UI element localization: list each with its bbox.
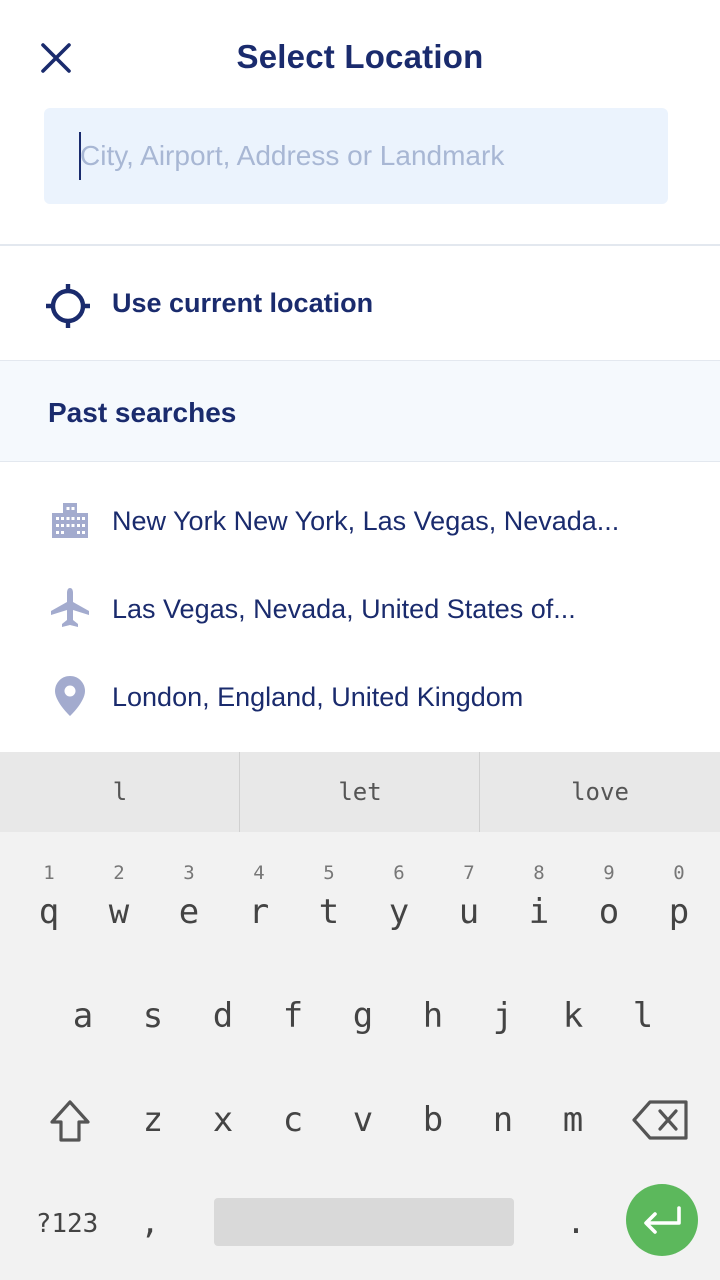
key-d[interactable]: d bbox=[188, 970, 258, 1070]
soft-keyboard: l let love 1q 2w 3e 4r 5t 6y 7u 8i 9o 0p… bbox=[0, 752, 720, 1280]
key-v[interactable]: v bbox=[328, 1074, 398, 1174]
key-l[interactable]: l bbox=[608, 970, 678, 1070]
backspace-icon bbox=[632, 1100, 688, 1140]
comma-key[interactable]: , bbox=[130, 1198, 170, 1246]
past-searches-header: Past searches bbox=[0, 360, 720, 462]
key-digit: 1 bbox=[43, 862, 55, 884]
past-search-item[interactable]: Las Vegas, Nevada, United States of... bbox=[0, 566, 720, 654]
key-letter: k bbox=[562, 996, 584, 1036]
key-letter: g bbox=[352, 996, 374, 1036]
key-w[interactable]: 2w bbox=[84, 856, 154, 956]
key-n[interactable]: n bbox=[468, 1074, 538, 1174]
key-letter: t bbox=[318, 892, 340, 932]
key-digit: 0 bbox=[673, 862, 685, 884]
past-searches-title: Past searches bbox=[48, 397, 237, 428]
key-a[interactable]: a bbox=[48, 970, 118, 1070]
building-icon bbox=[48, 498, 92, 542]
key-letter: b bbox=[422, 1100, 444, 1140]
key-letter: r bbox=[248, 892, 270, 932]
key-u[interactable]: 7u bbox=[434, 856, 504, 956]
key-letter: q bbox=[38, 892, 60, 932]
key-digit: 3 bbox=[183, 862, 195, 884]
enter-icon bbox=[644, 1206, 681, 1234]
key-digit: 2 bbox=[113, 862, 125, 884]
key-h[interactable]: h bbox=[398, 970, 468, 1070]
key-i[interactable]: 8i bbox=[504, 856, 574, 956]
past-search-item[interactable]: London, England, United Kingdom bbox=[0, 654, 720, 742]
airplane-icon bbox=[48, 586, 92, 630]
key-p[interactable]: 0p bbox=[644, 856, 714, 956]
key-r[interactable]: 4r bbox=[224, 856, 294, 956]
search-box[interactable] bbox=[44, 108, 668, 204]
suggestion-item[interactable]: let bbox=[240, 752, 480, 832]
key-b[interactable]: b bbox=[398, 1074, 468, 1174]
key-f[interactable]: f bbox=[258, 970, 328, 1070]
key-letter: m bbox=[562, 1100, 584, 1140]
key-digit: 9 bbox=[603, 862, 615, 884]
key-letter: s bbox=[142, 996, 164, 1036]
key-letter: z bbox=[142, 1100, 164, 1140]
key-digit: 6 bbox=[393, 862, 405, 884]
key-letter: h bbox=[422, 996, 444, 1036]
key-digit: 7 bbox=[463, 862, 475, 884]
use-current-location-button[interactable]: Use current location bbox=[0, 248, 720, 360]
map-pin-icon bbox=[48, 674, 92, 718]
symbols-key[interactable]: ?123 bbox=[24, 1202, 110, 1246]
key-q[interactable]: 1q bbox=[14, 856, 84, 956]
use-current-location-label: Use current location bbox=[112, 288, 374, 318]
backspace-key[interactable] bbox=[626, 1086, 696, 1154]
past-search-label: London, England, United Kingdom bbox=[112, 682, 524, 712]
key-j[interactable]: j bbox=[468, 970, 538, 1070]
past-search-label: New York New York, Las Vegas, Nevada... bbox=[112, 506, 620, 536]
crosshair-icon bbox=[46, 284, 90, 328]
key-digit: 4 bbox=[253, 862, 265, 884]
key-letter: l bbox=[632, 996, 654, 1036]
key-letter: w bbox=[108, 892, 130, 932]
key-digit: 8 bbox=[533, 862, 545, 884]
key-s[interactable]: s bbox=[118, 970, 188, 1070]
key-e[interactable]: 3e bbox=[154, 856, 224, 956]
key-k[interactable]: k bbox=[538, 970, 608, 1070]
space-bar[interactable] bbox=[214, 1198, 514, 1246]
key-letter: x bbox=[212, 1100, 234, 1140]
key-t[interactable]: 5t bbox=[294, 856, 364, 956]
key-x[interactable]: x bbox=[188, 1074, 258, 1174]
key-letter: i bbox=[528, 892, 550, 932]
shift-icon bbox=[50, 1100, 90, 1142]
key-letter: d bbox=[212, 996, 234, 1036]
key-g[interactable]: g bbox=[328, 970, 398, 1070]
period-key[interactable]: . bbox=[556, 1198, 596, 1246]
key-letter: f bbox=[282, 996, 304, 1036]
key-letter: u bbox=[458, 892, 480, 932]
key-letter: e bbox=[178, 892, 200, 932]
suggestion-item[interactable]: love bbox=[480, 752, 720, 832]
search-input[interactable] bbox=[80, 108, 650, 204]
divider bbox=[0, 244, 720, 246]
key-c[interactable]: c bbox=[258, 1074, 328, 1174]
key-letter: o bbox=[598, 892, 620, 932]
key-letter: p bbox=[668, 892, 690, 932]
key-letter: c bbox=[282, 1100, 304, 1140]
suggestion-bar: l let love bbox=[0, 752, 720, 832]
shift-key[interactable] bbox=[34, 1082, 106, 1158]
header: Select Location bbox=[0, 0, 720, 110]
key-digit: 5 bbox=[323, 862, 335, 884]
key-letter: a bbox=[72, 996, 94, 1036]
page-title: Select Location bbox=[236, 38, 484, 75]
key-y[interactable]: 6y bbox=[364, 856, 434, 956]
past-search-item[interactable]: New York New York, Las Vegas, Nevada... bbox=[0, 478, 720, 566]
key-letter: n bbox=[492, 1100, 514, 1140]
key-m[interactable]: m bbox=[538, 1074, 608, 1174]
past-search-label: Las Vegas, Nevada, United States of... bbox=[112, 594, 576, 624]
enter-key[interactable] bbox=[626, 1184, 698, 1256]
suggestion-item[interactable]: l bbox=[0, 752, 240, 832]
key-z[interactable]: z bbox=[118, 1074, 188, 1174]
key-letter: v bbox=[352, 1100, 374, 1140]
key-letter: j bbox=[492, 996, 514, 1036]
key-letter: y bbox=[388, 892, 410, 932]
key-o[interactable]: 9o bbox=[574, 856, 644, 956]
